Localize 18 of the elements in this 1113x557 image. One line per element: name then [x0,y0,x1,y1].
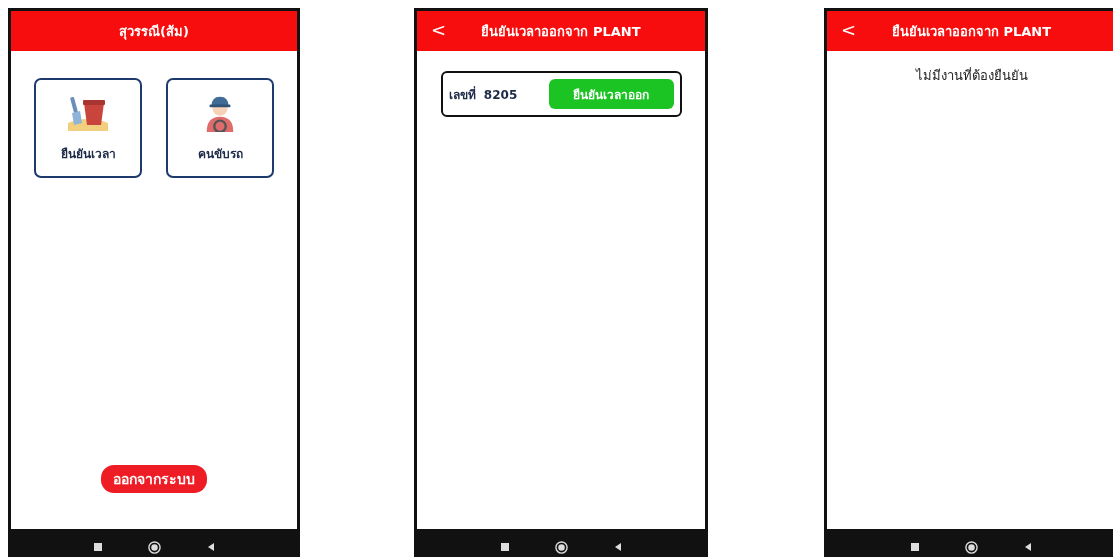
back-button[interactable]: < [427,19,451,40]
recents-icon[interactable] [92,542,103,552]
recents-icon[interactable] [910,542,920,552]
back-button[interactable]: < [837,19,861,40]
screen-title: ยืนยันเวลาออกจาก PLANT [481,22,641,41]
confirm-button[interactable]: ยืนยันเวลาออก [548,79,674,109]
home-icon[interactable] [147,540,161,554]
back-icon[interactable] [1023,542,1033,552]
menu-card[interactable]: คนขับรถ [166,78,274,178]
empty-message: ไม่มีงานที่ต้องยืนยัน [915,66,1028,85]
home-icon[interactable] [554,540,568,554]
logout-button[interactable]: ออกจากระบบ [101,465,207,493]
job-number: เลขที่ 8205 [448,85,518,104]
screen-title: สุวรรณี(ส้ม) [119,22,189,42]
home-icon[interactable] [965,540,978,554]
screen-title: ยืนยันเวลาออกจาก PLANT [891,22,1052,41]
menu-card[interactable]: ยืนยันเวลา [34,78,142,178]
recents-icon[interactable] [499,542,510,552]
